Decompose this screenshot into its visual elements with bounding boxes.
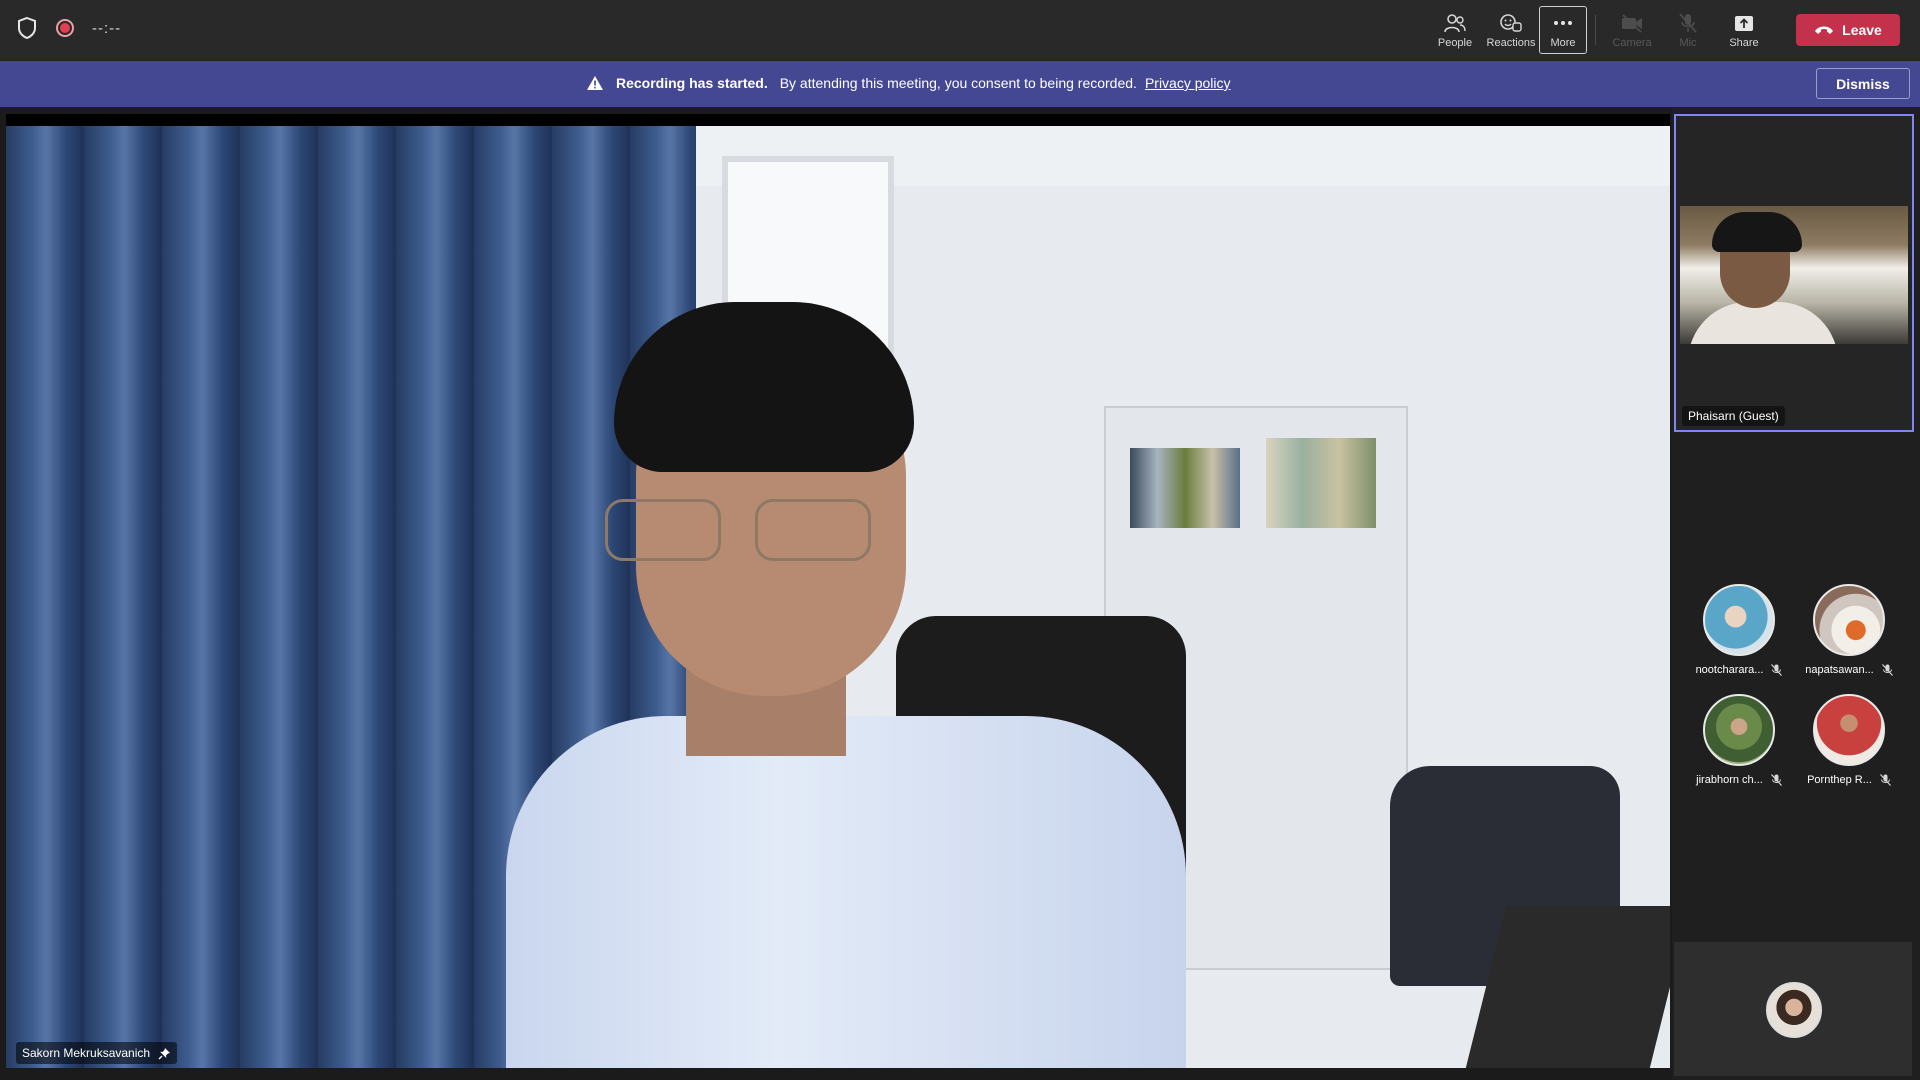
camera-off-icon xyxy=(1622,13,1642,33)
meeting-status: --:-- xyxy=(16,16,121,40)
mic-button[interactable]: Mic xyxy=(1660,6,1716,54)
reactions-label: Reactions xyxy=(1486,36,1536,49)
leave-label: Leave xyxy=(1842,22,1882,38)
participant-tile[interactable]: jirabhorn ch... xyxy=(1684,694,1794,786)
participant-label: jirabhorn ch... xyxy=(1696,774,1782,786)
avatar xyxy=(1813,694,1885,766)
participant-label: napatsawan... xyxy=(1805,664,1893,676)
video-books xyxy=(1130,448,1240,528)
self-view-tile[interactable] xyxy=(1674,942,1912,1076)
participant-tile[interactable]: Pornthep R... xyxy=(1794,694,1904,786)
main-video-tile[interactable]: Sakorn Mekruksavanich xyxy=(6,114,1670,1068)
meeting-stage: Sakorn Mekruksavanich xyxy=(0,108,1920,1080)
camera-button[interactable]: Camera xyxy=(1604,6,1660,54)
phone-hangup-icon xyxy=(1815,26,1834,34)
avatar xyxy=(1703,584,1775,656)
participant-tile[interactable]: napatsawan... xyxy=(1794,584,1904,676)
shield-icon[interactable] xyxy=(16,16,38,40)
participant-label: Pornthep R... xyxy=(1807,774,1891,786)
toolbar-divider xyxy=(1595,15,1596,45)
more-label: More xyxy=(1550,36,1576,49)
banner-body: By attending this meeting, you consent t… xyxy=(779,75,1137,91)
people-icon xyxy=(1444,13,1466,32)
share-icon xyxy=(1735,15,1753,31)
more-button[interactable]: More xyxy=(1539,6,1587,54)
video-person-shirt xyxy=(506,716,1186,1068)
mic-muted-icon xyxy=(1771,664,1783,676)
banner-message: Recording has started. By attending this… xyxy=(586,75,1231,91)
featured-person-hair xyxy=(1712,212,1802,252)
video-books xyxy=(1266,438,1376,528)
people-button[interactable]: People xyxy=(1427,6,1483,54)
camera-label: Camera xyxy=(1612,36,1652,49)
self-avatar xyxy=(1766,982,1822,1038)
dismiss-button[interactable]: Dismiss xyxy=(1816,68,1910,99)
leave-button[interactable]: Leave xyxy=(1796,14,1900,46)
avatar xyxy=(1703,694,1775,766)
meeting-timer: --:-- xyxy=(92,19,122,37)
record-icon xyxy=(56,19,74,37)
participant-name: napatsawan... xyxy=(1805,664,1874,676)
reactions-icon xyxy=(1500,13,1522,32)
featured-video-feed xyxy=(1680,206,1908,344)
share-label: Share xyxy=(1729,36,1759,49)
meeting-toolbar: --:-- People Reactions More Camera Mic S… xyxy=(0,0,1920,60)
participant-name: jirabhorn ch... xyxy=(1696,774,1763,786)
participant-name: nootcharara... xyxy=(1695,664,1764,676)
privacy-policy-link[interactable]: Privacy policy xyxy=(1145,75,1231,91)
mic-label: Mic xyxy=(1679,36,1697,49)
recording-banner: Recording has started. By attending this… xyxy=(0,61,1920,107)
pin-icon[interactable] xyxy=(158,1047,171,1060)
share-button[interactable]: Share xyxy=(1716,6,1772,54)
featured-participant-tile[interactable]: Phaisarn (Guest) xyxy=(1674,114,1914,432)
more-icon xyxy=(1554,20,1572,25)
participant-tile[interactable]: nootcharara... xyxy=(1684,584,1794,676)
main-participant-name: Sakorn Mekruksavanich xyxy=(22,1046,151,1060)
warning-icon xyxy=(587,76,603,90)
reactions-button[interactable]: Reactions xyxy=(1483,6,1539,54)
toolbar-actions: People Reactions More Camera Mic Share L… xyxy=(1427,6,1900,54)
mic-muted-icon xyxy=(1879,774,1891,786)
featured-person-body xyxy=(1688,302,1838,344)
mic-muted-icon xyxy=(1881,664,1893,676)
mic-muted-icon xyxy=(1770,774,1782,786)
participant-label: nootcharara... xyxy=(1696,664,1783,676)
participants-rail: Phaisarn (Guest) nootcharara... napatsaw… xyxy=(1672,108,1920,1080)
people-label: People xyxy=(1437,36,1473,49)
featured-participant-name: Phaisarn (Guest) xyxy=(1682,406,1785,426)
mic-off-icon xyxy=(1679,12,1697,33)
banner-title: Recording has started. xyxy=(616,75,768,91)
video-person-glasses xyxy=(592,496,882,561)
participant-name: Pornthep R... xyxy=(1807,774,1872,786)
main-video-feed xyxy=(6,126,1670,1068)
main-participant-name-tag: Sakorn Mekruksavanich xyxy=(16,1042,178,1064)
avatar xyxy=(1813,584,1885,656)
